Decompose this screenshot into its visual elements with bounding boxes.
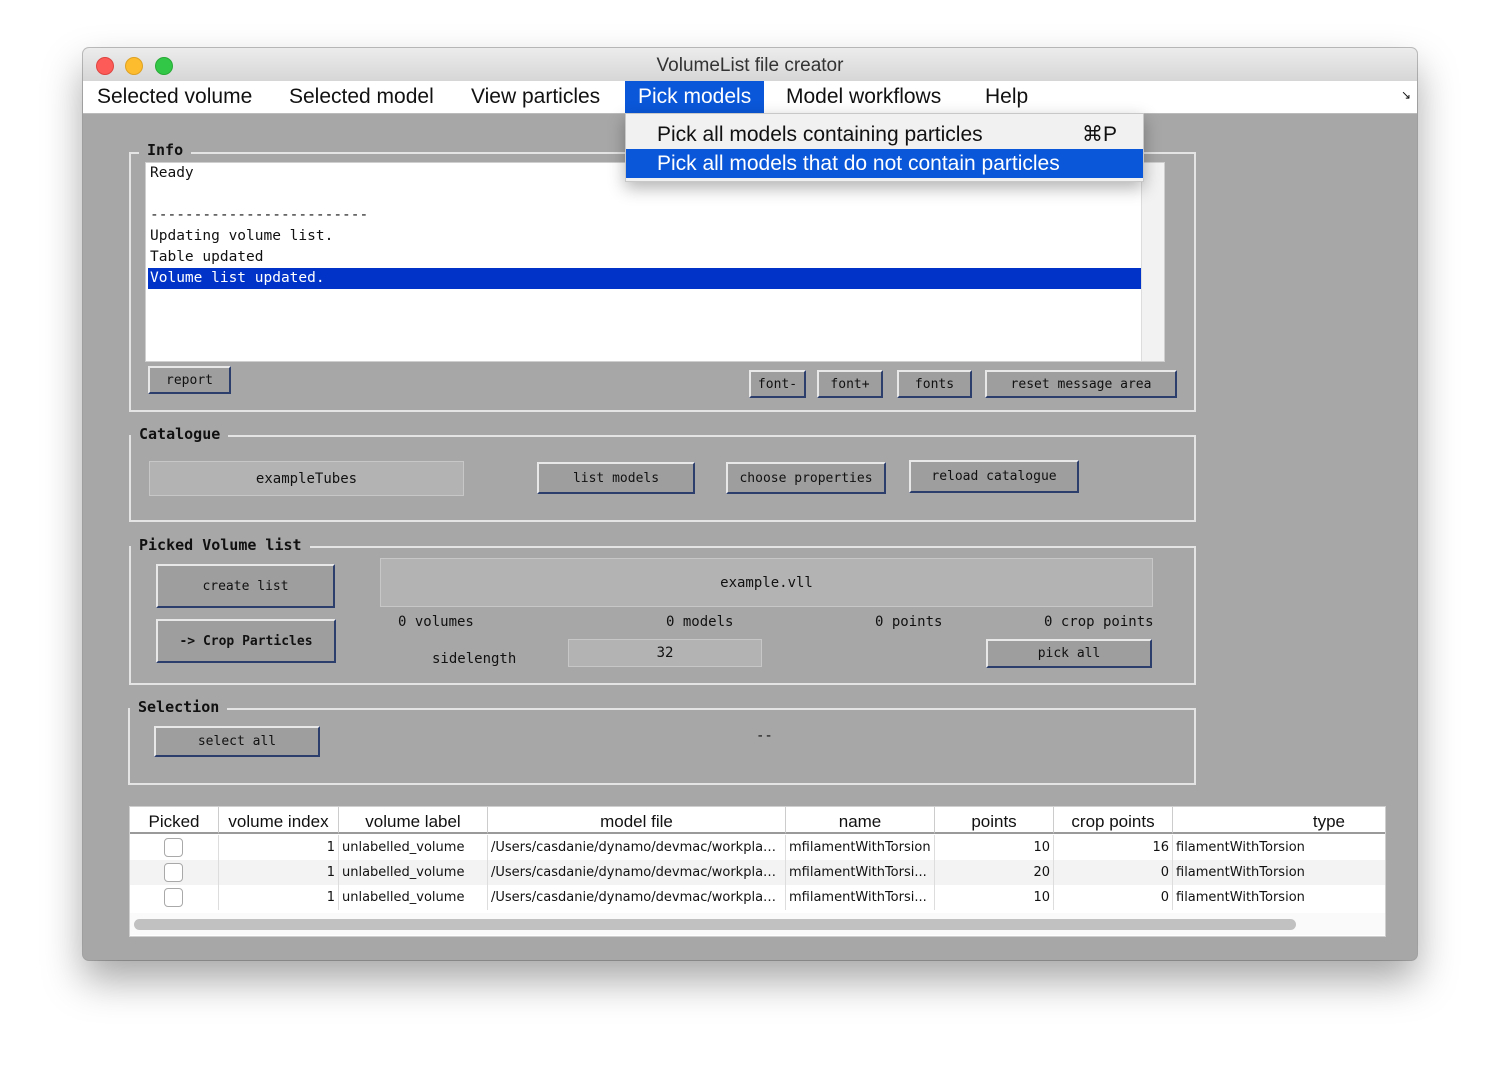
name-cell: mfilamentWithTorsi... — [786, 885, 935, 910]
table-row[interactable]: 1 unlabelled_volume /Users/casdanie/dyna… — [130, 860, 1385, 885]
model-file-cell: /Users/casdanie/dynamo/devmac/workplac..… — [488, 885, 786, 910]
column-header-crop-points[interactable]: crop points — [1054, 807, 1173, 834]
picked-volume-list-panel-title: Picked Volume list — [131, 536, 310, 554]
volume-label-cell: unlabelled_volume — [339, 860, 488, 885]
crop-particles-button[interactable]: -> Crop Particles — [156, 619, 336, 663]
crop-points-cell: 0 — [1054, 885, 1173, 910]
catalogue-name-field[interactable]: exampleTubes — [149, 461, 464, 496]
column-header-volume-label[interactable]: volume label — [339, 807, 488, 834]
crop-points-cell: 0 — [1054, 860, 1173, 885]
volume-index-cell: 1 — [219, 835, 339, 860]
menu-selected-volume[interactable]: Selected volume — [84, 81, 265, 113]
select-all-button[interactable]: select all — [154, 726, 320, 757]
info-panel-title: Info — [139, 141, 192, 159]
type-cell: filamentWithTorsion — [1176, 840, 1305, 855]
menu-item-shortcut: ⌘P — [1081, 123, 1117, 146]
table-row[interactable]: 1 unlabelled_volume /Users/casdanie/dyna… — [130, 835, 1385, 860]
choose-properties-button[interactable]: choose properties — [726, 462, 886, 494]
model-file-cell: /Users/casdanie/dynamo/devmac/workplac..… — [488, 835, 786, 860]
picked-cell — [130, 885, 219, 910]
column-header-points[interactable]: points — [935, 807, 1054, 834]
fonts-button[interactable]: fonts — [897, 370, 972, 398]
pick-models-dropdown: Pick all models containing particles ⌘P … — [625, 113, 1144, 182]
report-button[interactable]: report — [148, 366, 231, 394]
pick-models-without-particles-item[interactable]: Pick all models that do not contain part… — [626, 149, 1143, 178]
pick-all-button[interactable]: pick all — [986, 639, 1152, 668]
type-cell: filamentWithTorsion — [1176, 890, 1305, 905]
info-panel: Info Ready ------------------------- Upd… — [129, 141, 1196, 412]
column-header-name[interactable]: name — [786, 807, 935, 834]
info-line[interactable]: ------------------------- — [148, 205, 1144, 226]
sidelength-label: sidelength — [432, 651, 517, 667]
volume-table[interactable]: Picked volume index volume label model f… — [129, 806, 1386, 937]
type-cell: filamentWithTorsion — [1176, 865, 1305, 880]
menu-bar: Selected volume Selected model View part… — [83, 81, 1417, 114]
volume-label-cell: unlabelled_volume — [339, 835, 488, 860]
catalogue-panel: Catalogue exampleTubes list models choos… — [129, 425, 1196, 522]
reload-catalogue-button[interactable]: reload catalogue — [909, 460, 1079, 493]
create-list-button[interactable]: create list — [156, 564, 335, 608]
points-cell: 20 — [935, 860, 1054, 885]
menu-item-label: Pick all models that do not contain part… — [657, 152, 1060, 175]
title-bar: VolumeList file creator — [83, 48, 1417, 82]
name-cell: mfilamentWithTorsi... — [786, 860, 935, 885]
volumes-count: 0 volumes — [398, 614, 474, 630]
column-header-volume-index[interactable]: volume index — [219, 807, 339, 834]
app-window: VolumeList file creator Selected volume … — [83, 48, 1417, 960]
info-vertical-scrollbar[interactable] — [1141, 163, 1164, 361]
picked-checkbox[interactable] — [164, 838, 183, 857]
info-line[interactable] — [148, 184, 1144, 205]
picked-checkbox[interactable] — [164, 863, 183, 882]
volume-index-cell: 1 — [219, 860, 339, 885]
volume-index-cell: 1 — [219, 885, 339, 910]
volume-list-file-field[interactable]: example.vll — [380, 558, 1153, 607]
table-scrollbar-thumb[interactable] — [134, 919, 1296, 930]
font-increase-button[interactable]: font+ — [817, 370, 883, 398]
info-line[interactable]: Table updated — [148, 247, 1144, 268]
selection-status: -- — [756, 728, 773, 744]
picked-volume-list-panel: Picked Volume list create list -> Crop P… — [129, 536, 1196, 685]
volume-label-cell: unlabelled_volume — [339, 885, 488, 910]
menu-model-workflows[interactable]: Model workflows — [773, 81, 954, 113]
menu-view-particles[interactable]: View particles — [458, 81, 613, 113]
menu-pick-models[interactable]: Pick models — [625, 81, 765, 113]
resize-arrow-icon[interactable]: ↘ — [1401, 88, 1411, 102]
info-message-list[interactable]: Ready ------------------------- Updating… — [145, 162, 1165, 362]
catalogue-panel-title: Catalogue — [131, 425, 229, 443]
column-header-type[interactable]: type — [1173, 807, 1385, 834]
picked-cell — [130, 835, 219, 860]
selection-panel-title: Selection — [130, 698, 228, 716]
list-models-button[interactable]: list models — [537, 462, 695, 494]
points-count: 0 points — [875, 614, 943, 630]
info-line[interactable]: Updating volume list. — [148, 226, 1144, 247]
model-file-cell: /Users/casdanie/dynamo/devmac/workplac..… — [488, 860, 786, 885]
font-decrease-button[interactable]: font- — [749, 370, 806, 398]
crop-points-count: 0 crop points — [1044, 614, 1154, 630]
points-cell: 10 — [935, 885, 1054, 910]
reset-message-area-button[interactable]: reset message area — [985, 370, 1177, 398]
window-title: VolumeList file creator — [656, 55, 844, 76]
name-cell: mfilamentWithTorsion — [786, 835, 935, 860]
models-count: 0 models — [666, 614, 734, 630]
menu-selected-model[interactable]: Selected model — [276, 81, 447, 113]
menu-help[interactable]: Help — [972, 81, 1041, 113]
sidelength-input[interactable]: 32 — [568, 639, 762, 667]
crop-points-cell: 16 — [1054, 835, 1173, 860]
info-line-selected[interactable]: Volume list updated. — [148, 268, 1144, 289]
points-cell: 10 — [935, 835, 1054, 860]
selection-panel: Selection select all -- — [128, 698, 1196, 785]
menu-item-label: Pick all models containing particles — [657, 123, 983, 146]
table-row[interactable]: 1 unlabelled_volume /Users/casdanie/dyna… — [130, 885, 1385, 910]
pick-models-containing-particles-item[interactable]: Pick all models containing particles ⌘P — [626, 120, 1143, 149]
column-header-picked[interactable]: Picked — [130, 807, 219, 834]
picked-checkbox[interactable] — [164, 888, 183, 907]
column-header-model-file[interactable]: model file — [488, 807, 786, 834]
picked-cell — [130, 860, 219, 885]
